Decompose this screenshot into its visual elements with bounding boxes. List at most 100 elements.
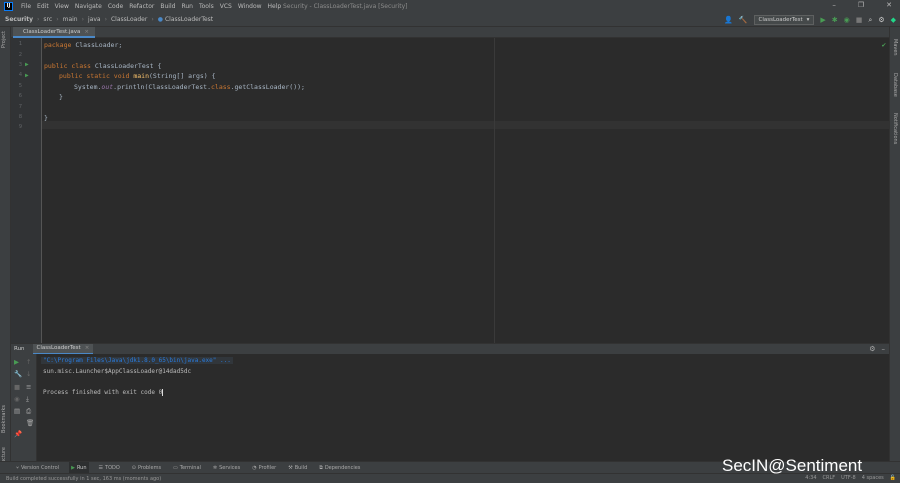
console-exit-line: Process finished with exit code 0 <box>43 389 164 396</box>
trash-icon[interactable]: 🗑 <box>26 419 34 427</box>
scroll-to-end-icon[interactable]: ⤓ <box>26 395 29 404</box>
menu-window[interactable]: Window <box>238 3 262 10</box>
pin-icon[interactable]: 📌 <box>14 430 22 438</box>
menu-edit[interactable]: Edit <box>37 3 49 10</box>
minimize-icon[interactable]: – <box>882 345 886 353</box>
tool-problems[interactable]: ⊙ Problems <box>130 462 163 474</box>
wrench-icon[interactable]: 🔧 <box>14 370 22 378</box>
menu-refactor[interactable]: Refactor <box>129 3 154 10</box>
text-caret <box>162 389 164 396</box>
tool-profiler[interactable]: ◔ Profiler <box>250 462 278 474</box>
tool-todo[interactable]: ☰ TODO <box>97 462 122 474</box>
maven-tool-tab[interactable]: Maven <box>892 39 898 56</box>
status-message[interactable]: Build completed successfully in 1 sec, 1… <box>6 476 161 482</box>
breadcrumb-class-label: ClassLoaderTest <box>164 16 214 23</box>
restore-icon[interactable]: ❐ <box>858 1 864 9</box>
database-tool-tab[interactable]: Database <box>892 73 898 97</box>
stop-icon[interactable]: ■ <box>14 383 20 391</box>
line-number: 5 <box>18 83 22 89</box>
code-line: public class ClassLoaderTest { <box>44 62 161 70</box>
print-icon[interactable]: ⎙ <box>26 407 31 416</box>
settings-icon[interactable]: ⚙ <box>878 16 884 24</box>
breadcrumb-src[interactable]: src <box>43 16 52 23</box>
menu-run[interactable]: Run <box>181 3 193 10</box>
down-arrow-icon[interactable]: ↓ <box>26 370 31 378</box>
rerun-icon[interactable]: ▶ <box>14 358 19 366</box>
debug-icon[interactable]: ✱ <box>832 16 838 24</box>
layout-icon[interactable]: ▤ <box>14 407 20 415</box>
left-tool-strip: Project Bookmarks Structure <box>0 27 11 470</box>
console-output-line: sun.misc.Launcher$AppClassLoader@14dad5d… <box>43 368 192 375</box>
tool-build[interactable]: ⚒ Build <box>286 462 309 474</box>
search-icon[interactable]: ⌕ <box>868 16 872 24</box>
indent-setting[interactable]: 4 spaces <box>862 475 884 481</box>
line-number: 3 <box>18 62 22 68</box>
tab-run-classloadertest[interactable]: ClassLoaderTest × <box>32 343 94 355</box>
run-config-select[interactable]: ClassLoaderTest ▾ <box>753 15 815 25</box>
stop-icon[interactable]: ■ <box>856 16 863 24</box>
tool-terminal[interactable]: ▭ Terminal <box>171 462 203 474</box>
tool-services[interactable]: ✲ Services <box>211 462 242 474</box>
line-number: 1 <box>18 41 22 47</box>
menu-tools[interactable]: Tools <box>199 3 214 10</box>
run-config-label: ClassLoaderTest <box>758 17 803 23</box>
code-editor[interactable]: 1 2 3 4 5 6 7 8 9 ▶ ▶ package ClassLoade… <box>11 38 889 343</box>
line-number: 6 <box>18 93 22 99</box>
project-tool-tab[interactable]: Project <box>1 31 7 48</box>
breadcrumb-java[interactable]: java <box>88 16 101 23</box>
menu-file[interactable]: File <box>21 3 31 10</box>
close-icon[interactable]: × <box>85 345 90 351</box>
tab-classloadertest-java[interactable]: ClassLoaderTest.java × <box>13 27 96 38</box>
inspection-ok-icon[interactable]: ✔ <box>882 41 886 49</box>
run-toolbar: ▶ ↑ 🔧 ↓ ■ ≡ ◉ ⤓ ▤ ⎙ 🗑 📌 <box>11 354 37 461</box>
menu-vcs[interactable]: VCS <box>220 3 232 10</box>
breadcrumb-main[interactable]: main <box>63 16 78 23</box>
profiler-icon: ◔ <box>252 464 257 471</box>
breadcrumb-package[interactable]: ClassLoader <box>111 16 147 23</box>
services-icon: ✲ <box>212 464 218 471</box>
chevron-down-icon: ▾ <box>806 17 810 23</box>
tool-version-control[interactable]: ⑂ Version Control <box>14 462 61 474</box>
run-gutter-icon[interactable]: ▶ <box>25 72 29 79</box>
notifications-tool-tab[interactable]: Notifications <box>892 113 898 144</box>
run-icon: ▶ <box>71 464 75 471</box>
menu-help[interactable]: Help <box>268 3 282 10</box>
window-title: Security - ClassLoaderTest.java [Securit… <box>283 3 408 10</box>
up-arrow-icon[interactable]: ↑ <box>26 358 31 366</box>
camera-icon[interactable]: ◉ <box>14 395 20 403</box>
menu-view[interactable]: View <box>55 3 69 10</box>
tool-run[interactable]: ▶ Run <box>69 461 89 474</box>
line-number: 2 <box>18 52 22 58</box>
menu-build[interactable]: Build <box>160 3 175 10</box>
menu-navigate[interactable]: Navigate <box>75 3 102 10</box>
hammer-icon[interactable]: 🔨 <box>739 16 748 24</box>
dependencies-icon: ⧉ <box>319 464 323 471</box>
code-token: (String[] args) { <box>149 72 216 80</box>
tool-label: Services <box>219 464 241 471</box>
close-icon[interactable]: × <box>84 29 89 35</box>
code-token: ClassLoader; <box>75 41 123 49</box>
bookmarks-tool-tab[interactable]: Bookmarks <box>1 405 7 433</box>
coverage-icon[interactable]: ◉ <box>844 16 850 24</box>
run-icon[interactable]: ▶ <box>820 16 825 24</box>
editor-gutter: 1 2 3 4 5 6 7 8 9 ▶ ▶ <box>11 38 42 343</box>
terminal-icon: ▭ <box>173 464 178 471</box>
console-output[interactable]: "C:\Program Files\Java\jdk1.8.0_65\bin\j… <box>37 354 889 461</box>
breadcrumb-class[interactable]: ● ClassLoaderTest <box>158 16 213 23</box>
close-icon[interactable]: ✕ <box>886 1 892 9</box>
tool-dependencies[interactable]: ⧉ Dependencies <box>317 462 362 474</box>
run-gutter-icon[interactable]: ▶ <box>25 61 29 68</box>
lock-icon[interactable]: 🔓 <box>890 475 896 481</box>
soft-wrap-icon[interactable]: ≡ <box>26 383 31 391</box>
settings-icon[interactable]: ⚙ <box>869 345 875 353</box>
line-number: 4 <box>18 72 22 78</box>
menu-code[interactable]: Code <box>108 3 123 10</box>
breadcrumb-project[interactable]: Security <box>5 16 33 23</box>
right-margin-guide <box>494 38 495 343</box>
tool-label: Version Control <box>21 464 60 471</box>
chevron-right-icon: › <box>151 16 154 23</box>
user-icon[interactable]: 👤 <box>724 16 733 24</box>
minimize-icon[interactable]: – <box>832 1 836 9</box>
tool-label: Run <box>76 464 87 471</box>
jetbrains-icon[interactable]: ◆ <box>891 16 896 24</box>
